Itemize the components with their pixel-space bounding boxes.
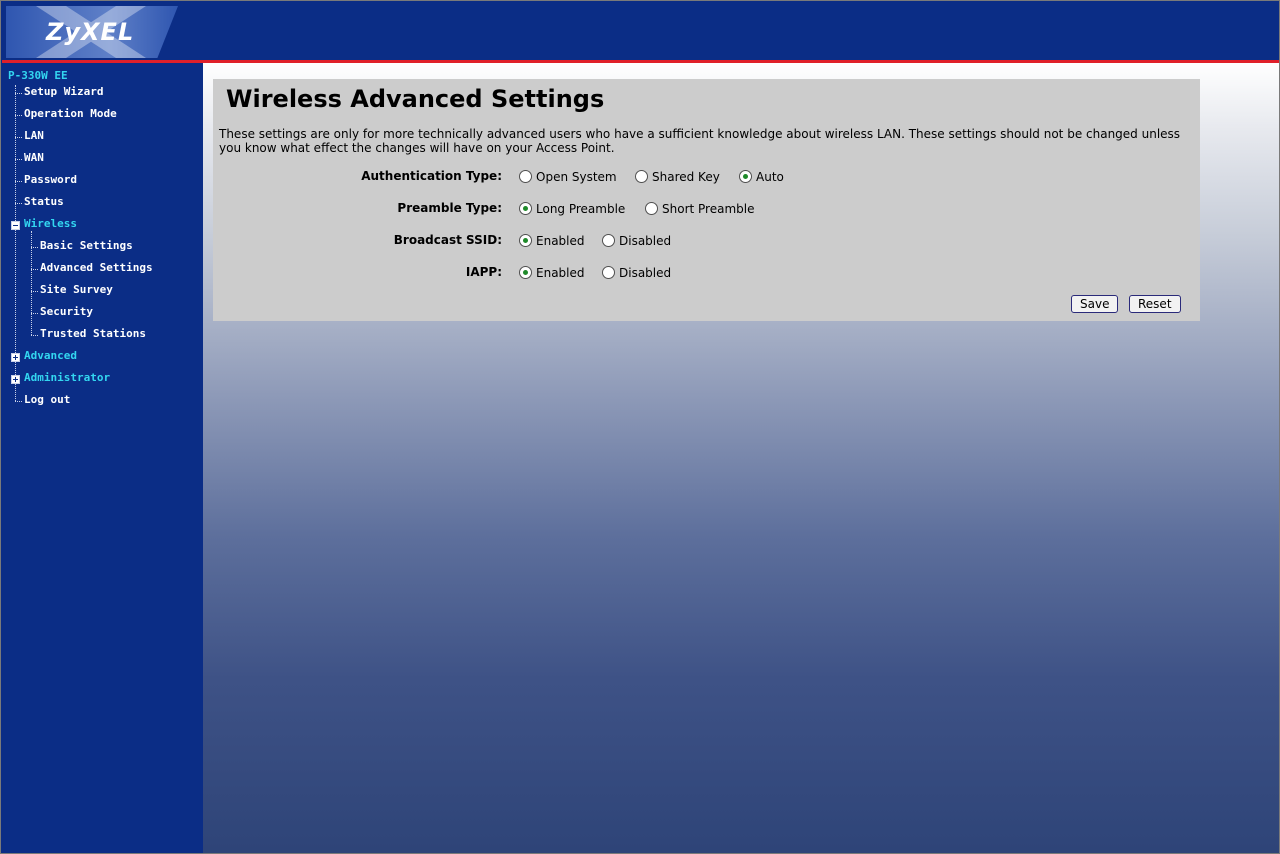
broadcast-ssid-disabled-radio[interactable]: Disabled [602, 233, 671, 249]
option-label: Disabled [619, 266, 672, 280]
logo-text: ZyXEL [46, 18, 135, 46]
browser-frame: ZyXEL P-330W EE Setup Wizard Operation M… [0, 0, 1280, 854]
radio-selected-icon [519, 234, 532, 247]
tree-line [31, 313, 38, 314]
header-bar: ZyXEL [2, 2, 1279, 60]
tree-line [15, 203, 22, 204]
sidebar: P-330W EE Setup Wizard Operation Mode LA… [2, 63, 203, 853]
auth-auto-radio[interactable]: Auto [739, 169, 784, 185]
radio-icon [602, 234, 615, 247]
nav-basic-settings[interactable]: Basic Settings [40, 237, 133, 255]
content-area: Wireless Advanced Settings These setting… [203, 63, 1279, 853]
broadcast-ssid-label: Broadcast SSID: [393, 233, 502, 247]
nav-log-out[interactable]: Log out [24, 391, 70, 409]
expand-icon[interactable] [11, 375, 20, 384]
zyxel-logo: ZyXEL [6, 6, 178, 58]
tree-line [15, 159, 22, 160]
iapp-enabled-radio[interactable]: Enabled [519, 265, 585, 281]
tree-line [15, 181, 22, 182]
radio-selected-icon [519, 266, 532, 279]
collapse-icon[interactable] [11, 221, 20, 230]
tree-line [31, 335, 38, 336]
page-title: Wireless Advanced Settings [226, 85, 605, 113]
option-label: Open System [536, 170, 617, 184]
tree-line [31, 269, 38, 270]
device-model: P-330W EE [8, 69, 68, 82]
preamble-type-label: Preamble Type: [397, 201, 502, 215]
option-label: Enabled [536, 266, 585, 280]
radio-icon [635, 170, 648, 183]
iapp-label: IAPP: [465, 265, 502, 279]
nav-security[interactable]: Security [40, 303, 93, 321]
radio-icon [645, 202, 658, 215]
radio-icon [602, 266, 615, 279]
tree-line [15, 115, 22, 116]
authentication-type-label: Authentication Type: [361, 169, 502, 183]
nav-administrator[interactable]: Administrator [24, 369, 110, 387]
nav-setup-wizard[interactable]: Setup Wizard [24, 83, 103, 101]
auth-shared-key-radio[interactable]: Shared Key [635, 169, 720, 185]
radio-selected-icon [519, 202, 532, 215]
nav-advanced[interactable]: Advanced [24, 347, 77, 365]
nav-trusted-stations[interactable]: Trusted Stations [40, 325, 146, 343]
option-label: Long Preamble [536, 202, 626, 216]
reset-button[interactable]: Reset [1129, 295, 1181, 313]
preamble-long-radio[interactable]: Long Preamble [519, 201, 625, 217]
option-label: Disabled [619, 234, 672, 248]
nav-password[interactable]: Password [24, 171, 77, 189]
option-label: Auto [756, 170, 784, 184]
nav-lan[interactable]: LAN [24, 127, 44, 145]
tree-line [15, 93, 22, 94]
page-description: These settings are only for more technic… [219, 127, 1181, 155]
nav-advanced-settings[interactable]: Advanced Settings [40, 259, 153, 277]
option-label: Short Preamble [662, 202, 755, 216]
tree-line [15, 137, 22, 138]
expand-icon[interactable] [11, 353, 20, 362]
radio-selected-icon [739, 170, 752, 183]
radio-icon [519, 170, 532, 183]
nav-site-survey[interactable]: Site Survey [40, 281, 113, 299]
save-button[interactable]: Save [1071, 295, 1119, 313]
tree-line [15, 401, 22, 402]
broadcast-ssid-enabled-radio[interactable]: Enabled [519, 233, 585, 249]
auth-open-system-radio[interactable]: Open System [519, 169, 617, 185]
nav-operation-mode[interactable]: Operation Mode [24, 105, 117, 123]
tree-line [31, 247, 38, 248]
option-label: Shared Key [652, 170, 720, 184]
settings-panel: Wireless Advanced Settings These setting… [213, 79, 1200, 321]
option-label: Enabled [536, 234, 585, 248]
iapp-disabled-radio[interactable]: Disabled [602, 265, 671, 281]
preamble-short-radio[interactable]: Short Preamble [645, 201, 754, 217]
nav-wan[interactable]: WAN [24, 149, 44, 167]
nav-wireless[interactable]: Wireless [24, 215, 77, 233]
nav-status[interactable]: Status [24, 193, 64, 211]
tree-line [31, 291, 38, 292]
